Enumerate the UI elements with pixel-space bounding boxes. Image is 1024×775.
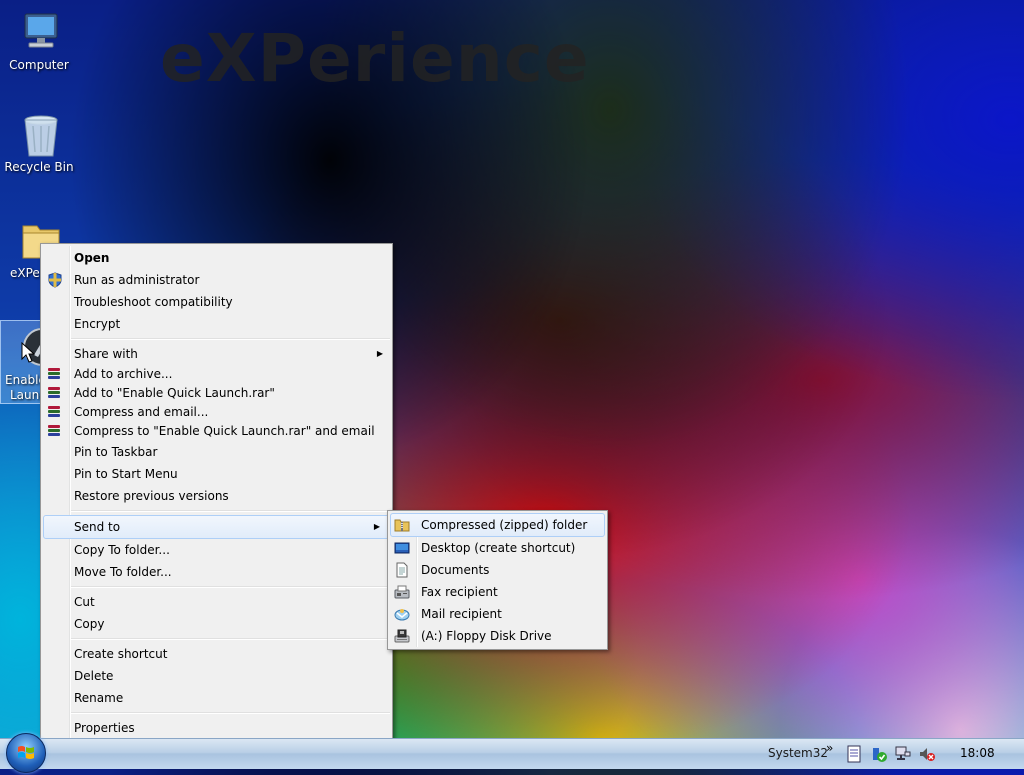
- volume-muted-icon[interactable]: [918, 745, 936, 766]
- send-to-documents[interactable]: Documents: [388, 559, 607, 581]
- send-to-compressed-folder[interactable]: Compressed (zipped) folder: [390, 513, 605, 537]
- menu-item-copy[interactable]: Copy: [41, 613, 392, 635]
- desktop-icon-label: Recycle Bin: [4, 160, 74, 174]
- desktop-icon: [394, 540, 410, 556]
- network-icon[interactable]: [894, 745, 912, 766]
- menu-item-open[interactable]: Open: [41, 247, 392, 269]
- fax-icon: [394, 584, 410, 600]
- floppy-drive-icon: [394, 628, 410, 644]
- send-to-fax-recipient[interactable]: Fax recipient: [388, 581, 607, 603]
- menu-item-restore-previous-versions[interactable]: Restore previous versions: [41, 485, 392, 507]
- desktop-icon-recycle-bin[interactable]: Recycle Bin: [0, 112, 78, 174]
- toolbar-overflow-icon[interactable]: »: [826, 741, 833, 755]
- menu-item-pin-to-start-menu[interactable]: Pin to Start Menu: [41, 463, 392, 485]
- menu-item-properties[interactable]: Properties: [41, 717, 392, 739]
- mail-icon: [394, 606, 410, 622]
- menu-item-cut[interactable]: Cut: [41, 591, 392, 613]
- zip-folder-icon: [394, 517, 410, 533]
- windows-logo-icon: [18, 746, 34, 759]
- menu-separator: [71, 712, 390, 714]
- menu-item-add-to-archive[interactable]: Add to archive...: [41, 365, 392, 384]
- send-to-floppy-drive[interactable]: (A:) Floppy Disk Drive: [388, 625, 607, 647]
- winrar-icon: [48, 425, 60, 439]
- menu-item-compress-to-rar-and-email[interactable]: Compress to "Enable Quick Launch.rar" an…: [41, 422, 392, 441]
- menu-item-run-as-administrator[interactable]: Run as administrator: [41, 269, 392, 291]
- toolbar-label[interactable]: System32: [768, 746, 828, 760]
- menu-item-compress-and-email[interactable]: Compress and email...: [41, 403, 392, 422]
- send-to-submenu: Compressed (zipped) folder Desktop (crea…: [387, 510, 608, 650]
- menu-item-pin-to-taskbar[interactable]: Pin to Taskbar: [41, 441, 392, 463]
- send-to-desktop[interactable]: Desktop (create shortcut): [388, 537, 607, 559]
- send-to-mail-recipient[interactable]: Mail recipient: [388, 603, 607, 625]
- menu-item-send-to[interactable]: Send to ▶: [43, 515, 390, 539]
- menu-item-add-to-rar[interactable]: Add to "Enable Quick Launch.rar": [41, 384, 392, 403]
- menu-item-troubleshoot-compatibility[interactable]: Troubleshoot compatibility: [41, 291, 392, 313]
- menu-separator: [71, 510, 390, 512]
- menu-item-copy-to-folder[interactable]: Copy To folder...: [41, 539, 392, 561]
- menu-item-encrypt[interactable]: Encrypt: [41, 313, 392, 335]
- desktop-icon-label: Computer: [9, 58, 69, 72]
- menu-item-share-with[interactable]: Share with ▶: [41, 343, 392, 365]
- menu-item-create-shortcut[interactable]: Create shortcut: [41, 643, 392, 665]
- menu-separator: [71, 586, 390, 588]
- action-center-icon[interactable]: [870, 745, 888, 766]
- winrar-icon: [48, 368, 60, 382]
- taskbar: System32 » 18:08: [0, 733, 1024, 773]
- menu-separator: [71, 638, 390, 640]
- winrar-icon: [48, 387, 60, 401]
- submenu-arrow-icon: ▶: [373, 522, 380, 531]
- wallpaper-logo: eXPerience: [160, 20, 590, 97]
- notepad-icon[interactable]: [846, 745, 862, 766]
- menu-item-move-to-folder[interactable]: Move To folder...: [41, 561, 392, 583]
- menu-item-delete[interactable]: Delete: [41, 665, 392, 687]
- documents-icon: [394, 562, 410, 578]
- menu-item-rename[interactable]: Rename: [41, 687, 392, 709]
- recycle-bin-icon: [19, 112, 59, 157]
- menu-separator: [71, 338, 390, 340]
- shield-icon: [47, 272, 63, 288]
- winrar-icon: [48, 406, 60, 420]
- taskbar-clock[interactable]: 18:08: [960, 746, 995, 760]
- computer-icon: [19, 10, 59, 54]
- desktop-icon-computer[interactable]: Computer: [0, 10, 78, 72]
- context-menu: Open Run as administrator Troubleshoot c…: [40, 243, 393, 742]
- submenu-arrow-icon: ▶: [376, 349, 383, 358]
- start-button[interactable]: [6, 733, 46, 773]
